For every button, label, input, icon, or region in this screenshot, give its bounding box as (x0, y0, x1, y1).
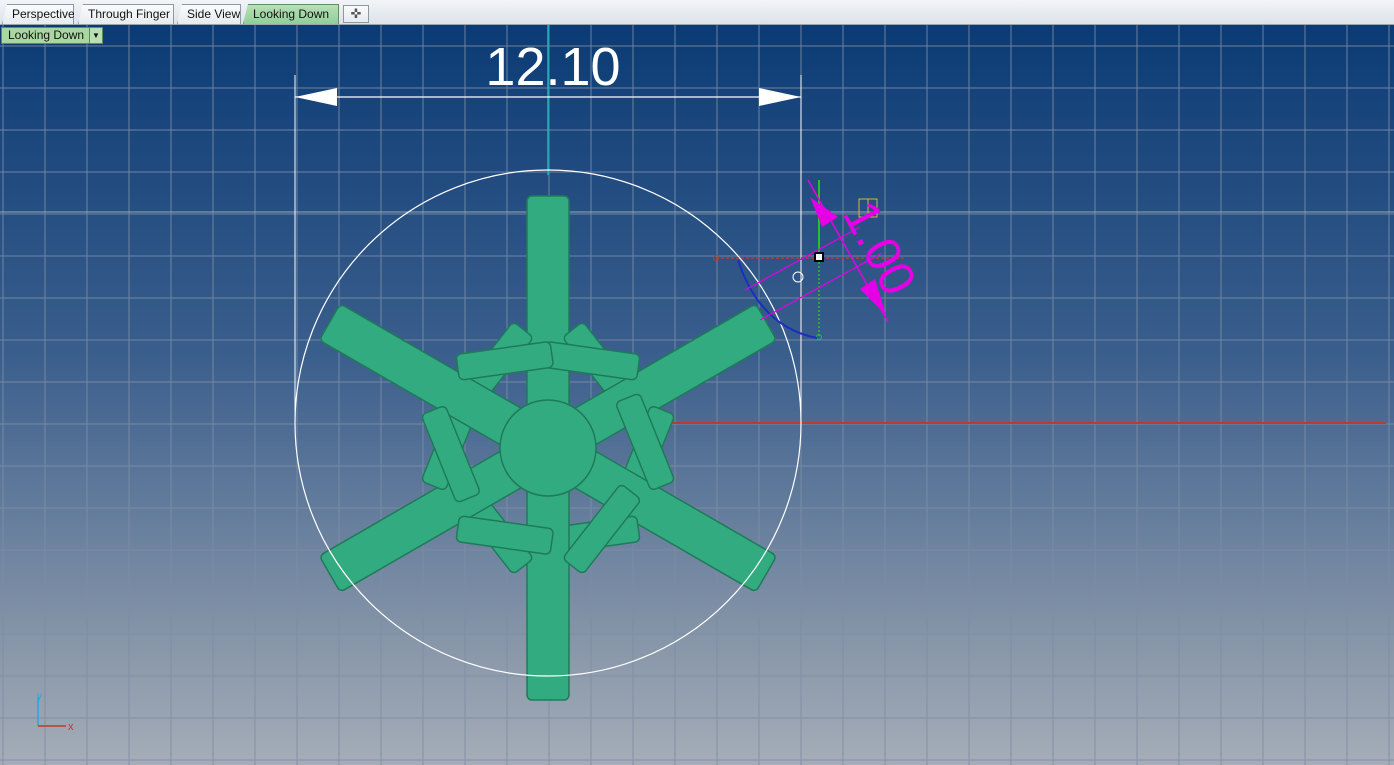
tab-side-view-label: Side View (187, 7, 241, 21)
axis-x-label: x (68, 721, 74, 733)
axis-y-label: y (37, 691, 42, 702)
chevron-down-icon[interactable]: ▼ (89, 28, 102, 43)
tab-perspective-label: Perspective (12, 7, 75, 21)
axis-indicator (37, 697, 66, 727)
plus-icon: ✜ (350, 6, 362, 21)
add-tab-button[interactable]: ✜ (343, 5, 369, 23)
tab-looking-down-label: Looking Down (253, 7, 330, 21)
viewport-canvas[interactable]: 12.10 1.00 y x Looking Down ▼ (0, 25, 1394, 765)
tab-perspective[interactable]: Perspective (2, 4, 74, 24)
viewport-tab-bar: Perspective Through Finger Side View Loo… (0, 0, 1394, 25)
tab-side-view[interactable]: Side View (177, 4, 241, 24)
model-layer: 12.10 1.00 y x (37, 25, 1386, 733)
view-name-label: Looking Down (8, 28, 85, 42)
tab-through-finger[interactable]: Through Finger (78, 4, 174, 24)
tab-through-finger-label: Through Finger (88, 7, 171, 21)
diameter-dimension-text[interactable]: 12.10 (485, 37, 620, 97)
snowflake-shape[interactable] (282, 195, 814, 701)
tab-looking-down[interactable]: Looking Down (243, 4, 339, 24)
view-name-dropdown[interactable]: Looking Down ▼ (1, 27, 103, 44)
